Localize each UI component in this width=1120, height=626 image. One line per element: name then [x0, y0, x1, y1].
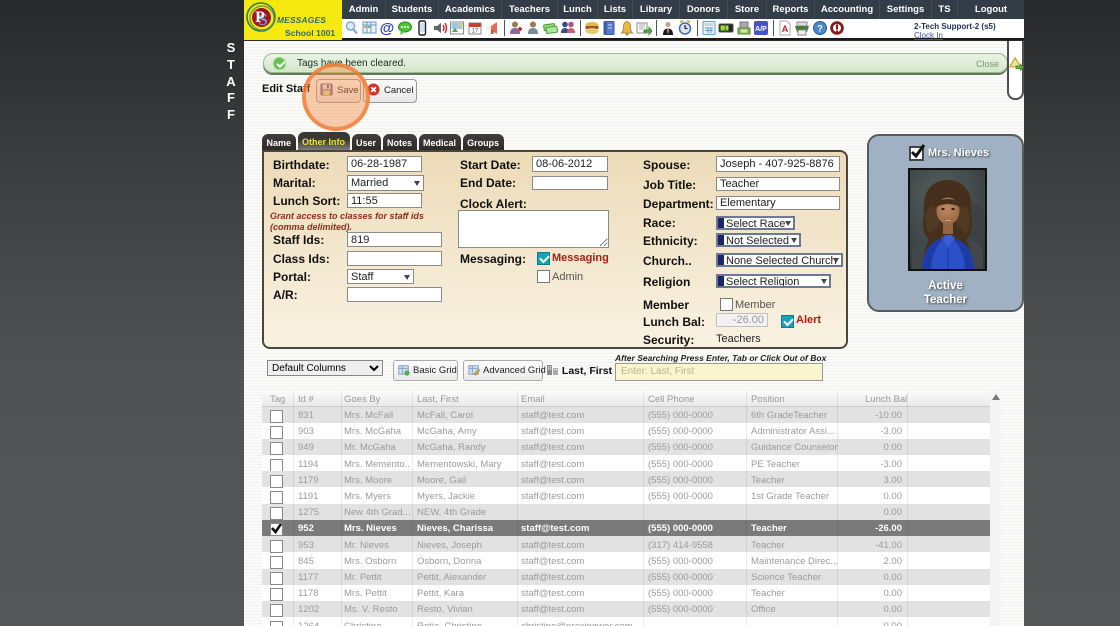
svg-text:A: A [781, 24, 788, 34]
svg-text:-1: -1 [722, 26, 727, 32]
svg-text:17: 17 [471, 29, 478, 35]
svg-text:A/P: A/P [755, 26, 767, 33]
svg-text:@: @ [380, 20, 395, 36]
svg-text:P: P [255, 9, 265, 26]
svg-text:MESSAGES: MESSAGES [277, 15, 326, 25]
svg-text:?: ? [817, 24, 823, 34]
svg-text:School 1001: School 1001 [285, 28, 335, 38]
